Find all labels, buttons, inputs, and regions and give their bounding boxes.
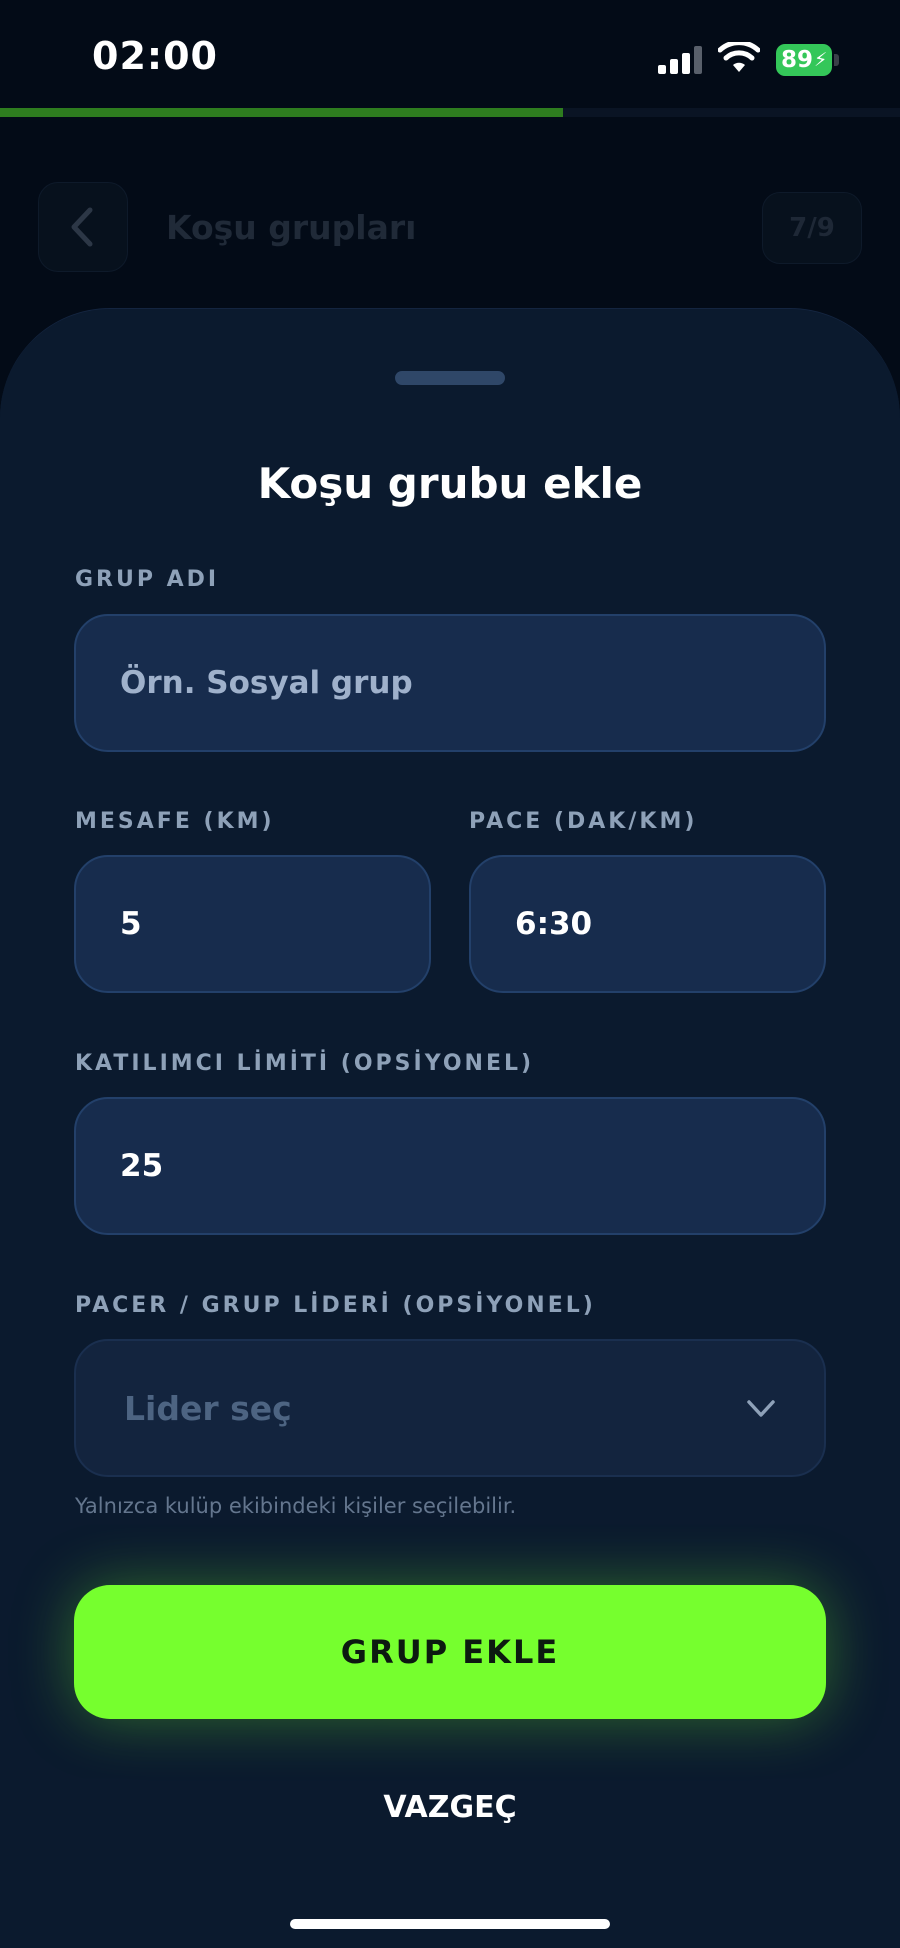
sheet-handle[interactable] xyxy=(395,371,505,385)
sheet-title: Koşu grubu ekle xyxy=(257,459,643,508)
pacer-placeholder: Lider seç xyxy=(124,1388,292,1428)
participant-limit-label: KATILIMCI LİMİTİ (OPSİYONEL) xyxy=(75,1051,535,1076)
wifi-icon xyxy=(718,42,760,72)
pace-value: 6:30 xyxy=(515,906,593,942)
back-button[interactable] xyxy=(38,182,128,272)
battery-tip xyxy=(834,54,839,66)
page-title: Koşu grupları xyxy=(166,208,417,247)
pace-input[interactable]: 6:30 xyxy=(469,855,826,993)
home-indicator xyxy=(290,1919,610,1929)
status-time: 02:00 xyxy=(92,34,218,78)
pacer-select[interactable]: Lider seç xyxy=(74,1339,826,1477)
chevron-down-icon xyxy=(747,1400,775,1417)
progress-bar xyxy=(0,108,900,117)
battery-level: 89 xyxy=(781,47,814,73)
add-group-button[interactable]: GRUP EKLE xyxy=(74,1585,826,1719)
participant-limit-value: 25 xyxy=(120,1148,164,1184)
distance-label: MESAFE (KM) xyxy=(75,809,275,834)
pacer-helper-text: Yalnızca kulüp ekibindeki kişiler seçile… xyxy=(75,1494,517,1518)
battery-charging-icon: 89 ⚡ xyxy=(776,44,832,76)
bolt-icon: ⚡ xyxy=(814,49,828,71)
step-badge: 7/9 xyxy=(762,192,862,264)
add-group-sheet: Koşu grubu ekle GRUP ADI Örn. Sosyal gru… xyxy=(0,308,900,1948)
status-bar: 02:00 89 ⚡ xyxy=(0,0,900,110)
progress-fill xyxy=(0,108,563,117)
cancel-button[interactable]: VAZGEÇ xyxy=(300,1777,600,1837)
group-name-label: GRUP ADI xyxy=(75,567,220,592)
pace-label: PACE (DAK/KM) xyxy=(469,809,698,834)
distance-value: 5 xyxy=(120,906,142,942)
distance-input[interactable]: 5 xyxy=(74,855,431,993)
participant-limit-input[interactable]: 25 xyxy=(74,1097,826,1235)
page-header: Koşu grupları 7/9 xyxy=(0,170,900,290)
group-name-input[interactable]: Örn. Sosyal grup xyxy=(74,614,826,752)
chevron-left-icon xyxy=(71,207,93,247)
group-name-placeholder: Örn. Sosyal grup xyxy=(120,665,413,701)
pacer-label: PACER / GRUP LİDERİ (OPSİYONEL) xyxy=(75,1293,596,1318)
cellular-signal-icon xyxy=(658,46,704,74)
